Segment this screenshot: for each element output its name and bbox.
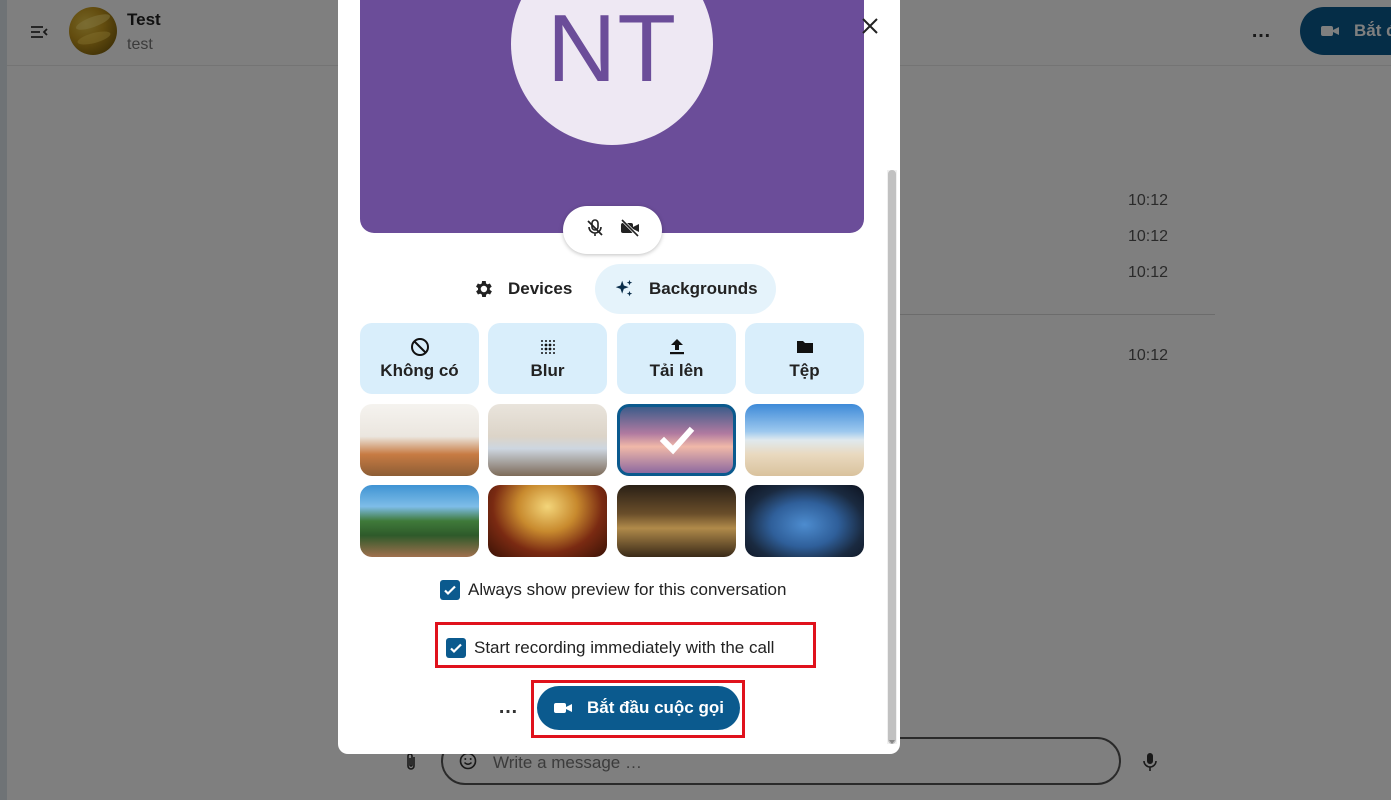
start-call-button[interactable]: Bắt đầu cuộc gọi [537,686,740,730]
background-file-button[interactable]: Tệp [745,323,864,394]
always-show-preview-checkbox[interactable] [440,580,460,600]
background-upload-label: Tải lên [649,360,704,380]
background-blur-label: Blur [530,360,565,380]
microphone-off-button[interactable] [585,218,605,243]
video-camera-icon [554,703,573,713]
gear-icon [476,281,492,297]
tab-backgrounds-label: Backgrounds [649,279,758,298]
upload-icon [669,338,684,354]
tab-backgrounds[interactable]: Backgrounds [595,264,776,314]
start-recording-label[interactable]: Start recording immediately with the cal… [474,638,774,658]
no-entry-icon [410,337,429,356]
background-thumbnail-theater[interactable] [488,485,607,557]
more-actions-button[interactable]: … [498,696,519,719]
avatar-initials: NT [547,0,677,102]
background-blur-button[interactable]: Blur [488,323,607,394]
background-thumbnail-living-room[interactable] [360,404,479,476]
folder-icon [796,340,813,353]
blur-icon [540,339,555,354]
close-icon [862,18,878,34]
camera-off-icon [621,218,640,237]
background-thumbnails [360,404,864,558]
background-thumbnail-garden-bridge[interactable] [360,485,479,557]
background-thumbnail-sofa-room[interactable] [488,404,607,476]
scrollbar-thumb[interactable] [888,170,896,744]
start-call-label: Bắt đầu cuộc gọi [587,698,724,717]
tab-devices-label: Devices [508,279,573,298]
background-thumbnail-pink-gradient[interactable] [617,404,736,476]
call-preview-dialog: NT Devices Backgrounds Không có Blur Tải… [338,0,900,754]
video-preview: NT [360,0,864,233]
user-avatar: NT [511,0,713,145]
background-thumbnail-beach[interactable] [745,404,864,476]
always-show-preview-label[interactable]: Always show preview for this conversatio… [468,580,786,600]
background-upload-button[interactable]: Tải lên [617,323,736,394]
background-file-label: Tệp [789,360,820,380]
close-dialog-button[interactable] [859,15,881,37]
settings-tabs: Devices Backgrounds [338,264,900,314]
camera-off-button[interactable] [620,218,640,243]
check-icon [444,585,456,596]
background-none-button[interactable]: Không có [360,323,479,394]
sparkle-icon [615,279,633,297]
background-none-label: Không có [380,360,459,380]
scroll-down-icon[interactable] [889,740,895,744]
background-thumbnail-library[interactable] [617,485,736,557]
check-icon [450,643,462,654]
dialog-scrollbar[interactable] [887,170,897,744]
background-options: Không có Blur Tải lên Tệp [360,323,864,394]
media-controls [563,206,662,254]
tab-devices[interactable]: Devices [454,264,590,314]
start-recording-checkbox[interactable] [446,638,466,658]
microphone-off-icon [587,218,603,236]
background-thumbnail-space-station[interactable] [745,485,864,557]
always-show-preview-option: Always show preview for this conversatio… [440,580,786,600]
selected-check-icon [620,407,733,473]
start-recording-option: Start recording immediately with the cal… [446,638,774,658]
